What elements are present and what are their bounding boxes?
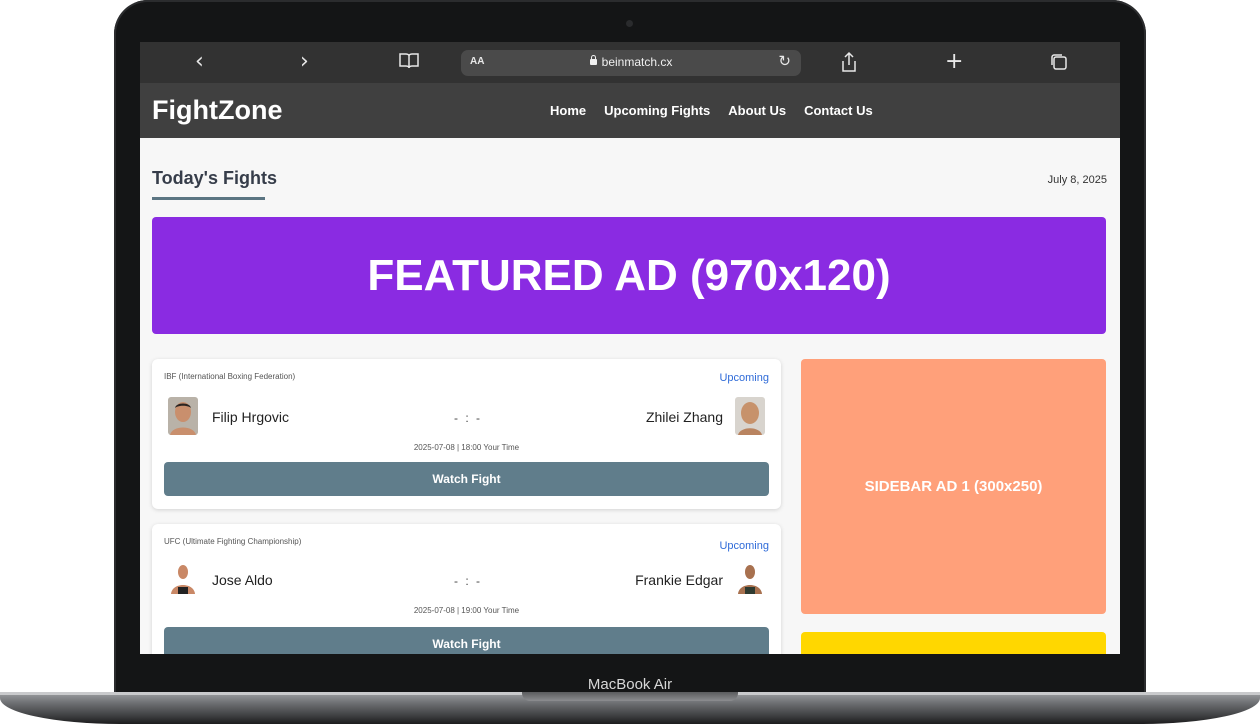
nav-home[interactable]: Home [550,103,586,118]
fight-time: 2025-07-08 | 18:00 Your Time [413,443,520,452]
forward-icon[interactable]: › [300,50,309,74]
fighter-right-name: Frankie Edgar [635,572,723,588]
nav-upcoming-fights[interactable]: Upcoming Fights [604,103,710,118]
share-icon[interactable] [840,51,858,79]
fight-time: 2025-07-08 | 19:00 Your Time [413,606,520,615]
fighter-right-name: Zhilei Zhang [645,409,723,425]
fight-status[interactable]: Upcoming [719,372,769,384]
page-date: July 8, 2025 [1047,174,1107,186]
sidebar-ad-1[interactable]: SIDEBAR AD 1 (300x250) [801,359,1106,614]
tabs-icon[interactable] [1050,53,1068,77]
fight-card: IBF (International Boxing Federation) Up… [152,359,781,509]
lock-icon [589,55,597,65]
page-content: Today's Fights July 8, 2025 FEATURED AD … [140,138,1120,654]
fight-score: - : - [454,574,482,588]
sidebar-ad-2[interactable] [801,632,1106,654]
fighter-left-name: Jose Aldo [212,572,273,588]
new-tab-icon[interactable]: + [945,50,963,74]
reload-icon[interactable]: ↻ [778,52,791,70]
laptop-notch [522,692,738,701]
fighter-left-avatar [168,562,198,594]
back-icon[interactable]: ‹ [195,50,204,74]
site-logo[interactable]: FightZone [152,95,282,126]
site-navbar: FightZone Home Upcoming Fights About Us … [140,83,1120,138]
fight-organization: UFC (Ultimate Fighting Championship) [164,537,302,546]
fighter-left-name: Filip Hrgovic [212,409,290,425]
page-title: Today's Fights [152,168,277,188]
title-underline [152,197,265,200]
url-text: beinmatch.cx [601,55,673,69]
nav-about-us[interactable]: About Us [728,103,786,118]
fight-organization: IBF (International Boxing Federation) [164,372,296,381]
camera [626,20,633,27]
nav-contact-us[interactable]: Contact Us [804,103,873,118]
fight-card: UFC (Ultimate Fighting Championship) Upc… [152,524,781,654]
device-label: MacBook Air [587,676,673,693]
bookmarks-icon[interactable] [398,52,420,76]
screen: ‹ › AA beinmatch.cx ↻ + FightZone Home U… [140,42,1120,654]
fighter-right-avatar [735,397,765,435]
watch-fight-button[interactable]: Watch Fight [164,627,769,654]
fighter-right-avatar [735,562,765,594]
fighter-left-avatar [168,397,198,435]
nav-menu: Home Upcoming Fights About Us Contact Us [550,103,873,118]
address-bar[interactable]: AA beinmatch.cx ↻ [461,50,801,76]
fight-status[interactable]: Upcoming [719,540,769,552]
fight-score: - : - [454,411,482,425]
watch-fight-button[interactable]: Watch Fight [164,462,769,496]
featured-ad[interactable]: FEATURED AD (970x120) [152,217,1106,334]
browser-toolbar: ‹ › AA beinmatch.cx ↻ + [140,42,1120,83]
